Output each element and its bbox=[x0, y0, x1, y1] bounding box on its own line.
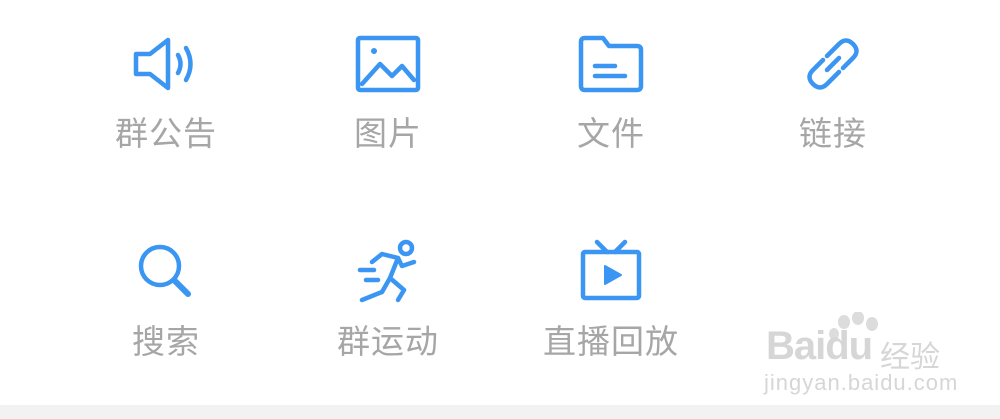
watermark-brand: Baidu bbox=[766, 324, 873, 368]
running-icon bbox=[352, 236, 424, 308]
search-button[interactable]: 搜索 bbox=[66, 236, 266, 396]
link-icon bbox=[797, 28, 869, 100]
live-replay-label: 直播回放 bbox=[543, 322, 679, 361]
files-button[interactable]: 文件 bbox=[511, 28, 711, 188]
group-announcement-button[interactable]: 群公告 bbox=[66, 28, 266, 188]
search-icon bbox=[130, 236, 202, 308]
images-button[interactable]: 图片 bbox=[288, 28, 488, 188]
bottom-divider-bar bbox=[0, 405, 1000, 419]
group-sports-label: 群运动 bbox=[337, 322, 439, 361]
watermark-url: jingyan.baidu.com bbox=[764, 370, 959, 395]
group-announcement-label: 群公告 bbox=[115, 114, 217, 153]
baidu-jingyan-watermark: Baidu 经验 jingyan.baidu.com bbox=[762, 312, 992, 402]
tv-play-icon bbox=[575, 236, 647, 308]
files-label: 文件 bbox=[577, 114, 645, 153]
folder-icon bbox=[575, 28, 647, 100]
links-label: 链接 bbox=[799, 114, 867, 153]
image-icon bbox=[352, 28, 424, 100]
group-sports-button[interactable]: 群运动 bbox=[288, 236, 488, 396]
links-button[interactable]: 链接 bbox=[733, 28, 933, 188]
images-label: 图片 bbox=[354, 114, 422, 153]
live-replay-button[interactable]: 直播回放 bbox=[511, 236, 711, 396]
search-label: 搜索 bbox=[132, 322, 200, 361]
speaker-icon bbox=[130, 28, 202, 100]
group-tools-page: 群公告 图片 文件 链接 搜索 群运动 直播回放 Baidu 经验 jingya… bbox=[0, 0, 1000, 419]
